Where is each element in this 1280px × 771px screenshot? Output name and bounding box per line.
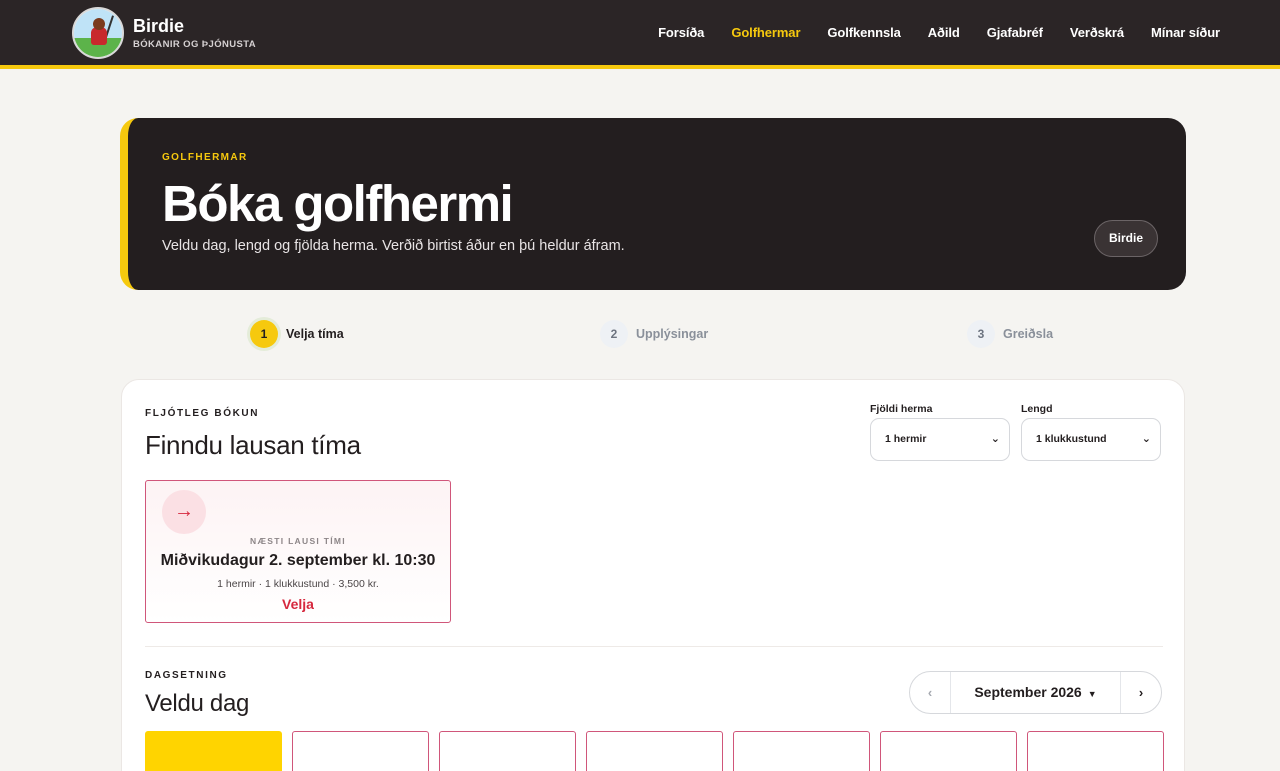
month-label: September 2026 — [974, 684, 1082, 700]
day-tile[interactable] — [292, 731, 429, 771]
step-label: Greiðsla — [1003, 327, 1054, 341]
step-select-time: 1 Velja tíma — [250, 320, 344, 348]
birdie-logo-icon — [72, 7, 124, 59]
duration-label: Lengd — [1021, 403, 1053, 415]
main-nav: Forsíða Golfhermar Golfkennsla Aðild Gja… — [631, 25, 1220, 40]
day-tile[interactable] — [880, 731, 1017, 771]
day-tile[interactable] — [145, 731, 282, 771]
step-payment: 3 Greiðsla — [967, 320, 1053, 348]
brand-subtitle: BÓKANIR OG ÞJÓNUSTA — [133, 39, 257, 50]
next-slot-label: NÆSTI LAUSI TÍMI — [250, 536, 346, 546]
step-label: Upplýsingar — [636, 327, 709, 341]
next-month-button[interactable]: › — [1120, 672, 1161, 713]
step-number: 2 — [600, 320, 628, 348]
day-tile[interactable] — [439, 731, 576, 771]
next-available-slot-card[interactable]: → NÆSTI LAUSI TÍMI Miðvikudagur 2. septe… — [145, 480, 451, 623]
hero-eyebrow: GOLFHERMAR — [162, 152, 248, 163]
chevron-down-icon: ⌄ — [1141, 433, 1151, 445]
next-slot-date: Miðvikudagur 2. september kl. 10:30 — [160, 552, 436, 569]
nav-item-golfkennsla[interactable]: Golfkennsla — [827, 25, 900, 40]
nav-item-adild[interactable]: Aðild — [928, 25, 960, 40]
nav-item-verdskra[interactable]: Verðskrá — [1070, 25, 1124, 40]
quick-booking-title: Finndu lausan tíma — [145, 430, 361, 460]
duration-select-value: 1 klukkustund — [1036, 433, 1107, 445]
day-tile[interactable] — [586, 731, 723, 771]
hero-badge: Birdie — [1094, 220, 1158, 257]
date-section-eyebrow: DAGSETNING — [145, 670, 228, 681]
day-grid — [145, 731, 1174, 771]
simulators-select-value: 1 hermir — [885, 433, 927, 445]
booking-card: FLJÓTLEG BÓKUN Finndu lausan tíma Fjöldi… — [121, 379, 1185, 771]
nav-item-forsida[interactable]: Forsíða — [658, 25, 704, 40]
duration-select[interactable]: 1 klukkustund ⌄ — [1021, 418, 1161, 461]
brand[interactable]: Birdie BÓKANIR OG ÞJÓNUSTA — [72, 7, 256, 59]
simulators-label: Fjöldi herma — [870, 403, 933, 415]
day-tile[interactable] — [733, 731, 870, 771]
previous-month-button[interactable]: ‹ — [910, 672, 951, 713]
quick-booking-eyebrow: FLJÓTLEG BÓKUN — [145, 408, 260, 419]
hero-subtitle: Veldu dag, lengd og fjölda herma. Verðið… — [162, 238, 625, 254]
hero-banner: GOLFHERMAR Bóka golfhermi Veldu dag, len… — [120, 118, 1186, 290]
month-picker: ‹ September 2026 ▼ › — [909, 671, 1162, 714]
step-information: 2 Upplýsingar — [600, 320, 708, 348]
top-navigation-bar: Birdie BÓKANIR OG ÞJÓNUSTA Forsíða Golfh… — [0, 0, 1280, 69]
month-select[interactable]: September 2026 ▼ — [951, 672, 1120, 713]
nav-item-golfhermar[interactable]: Golfhermar — [731, 25, 800, 40]
simulators-select[interactable]: 1 hermir ⌄ — [870, 418, 1010, 461]
arrow-right-icon: → — [162, 490, 206, 534]
step-label: Velja tíma — [286, 327, 344, 341]
nav-item-minar-sidur[interactable]: Mínar síður — [1151, 25, 1220, 40]
brand-name: Birdie — [133, 16, 185, 36]
caret-down-icon: ▼ — [1087, 689, 1097, 699]
date-section-title: Veldu dag — [145, 690, 250, 717]
nav-item-gjafabref[interactable]: Gjafabréf — [987, 25, 1043, 40]
step-number: 1 — [250, 320, 278, 348]
select-slot-button[interactable]: Velja — [146, 596, 450, 612]
step-number: 3 — [967, 320, 995, 348]
chevron-down-icon: ⌄ — [990, 433, 1000, 445]
next-slot-meta: 1 hermir · 1 klukkustund · 3,500 kr. — [217, 578, 379, 590]
day-tile[interactable] — [1027, 731, 1164, 771]
section-divider — [145, 646, 1163, 647]
page-title: Bóka golfhermi — [162, 175, 514, 232]
